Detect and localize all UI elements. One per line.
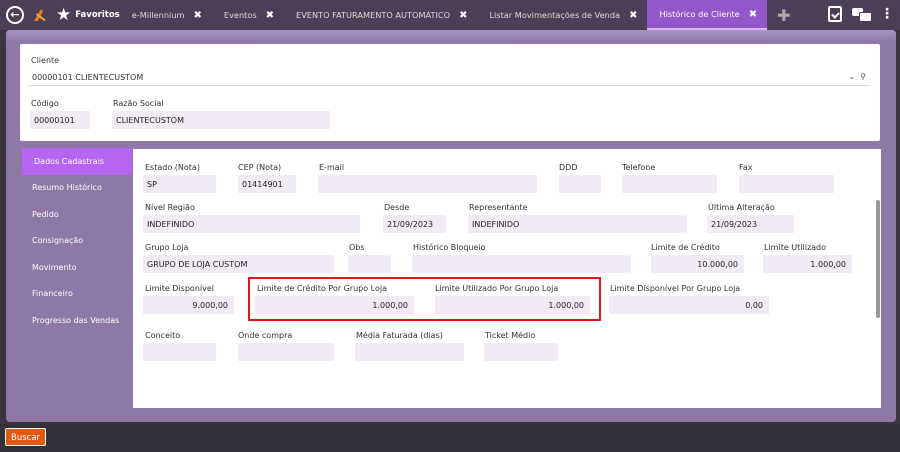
estado-label: Estado (Nota): [145, 163, 200, 172]
scrollbar[interactable]: [876, 200, 880, 318]
limite-disponivel-grupo-field[interactable]: 0,00: [609, 296, 769, 314]
more-options-icon[interactable]: ⋮: [880, 7, 894, 21]
tab-bar: ← ★ Favoritos e-Millennium ✖ Eventos ✖ E…: [0, 0, 900, 30]
telefone-field[interactable]: [622, 175, 717, 193]
sidebar-item-dados-cadastrais[interactable]: Dados Cadastrais: [22, 148, 132, 175]
grupo-loja-field[interactable]: GRUPO DE LOJA CUSTOM: [143, 255, 334, 273]
tab-evento-faturamento[interactable]: EVENTO FATURAMENTO AUTOMÁTICO ✖: [284, 0, 477, 30]
codigo-label: Código: [31, 99, 59, 108]
limite-utilizado-grupo-label: Limite Utilizado Por Grupo Loja: [435, 284, 559, 293]
limite-utilizado-field[interactable]: 1.000,00: [763, 255, 852, 273]
chevron-down-icon[interactable]: ⌄: [848, 72, 855, 81]
limite-utilizado-label: Limite Utilizado: [764, 243, 827, 252]
close-icon[interactable]: ✖: [749, 9, 757, 20]
sidebar: Dados Cadastrais Resumo Histórico Pedido…: [20, 148, 132, 408]
ultima-alteracao-field[interactable]: 21/09/2023: [707, 215, 794, 233]
close-icon[interactable]: ✖: [266, 10, 274, 21]
representante-field[interactable]: INDEFINIDO: [468, 215, 687, 233]
clipboard-check-icon[interactable]: [828, 6, 842, 22]
cliente-actions: ⌄ ⚲: [848, 72, 866, 81]
ultima-alteracao-label: Última Alteração: [708, 203, 775, 212]
historico-bloqueio-field[interactable]: [412, 255, 631, 273]
obs-label: Obs: [349, 243, 365, 252]
tab-label: EVENTO FATURAMENTO AUTOMÁTICO: [296, 10, 451, 20]
ticket-medio-field[interactable]: [484, 343, 558, 361]
fax-field[interactable]: [739, 175, 834, 193]
search-icon[interactable]: ⚲: [860, 72, 866, 81]
close-icon[interactable]: ✖: [459, 10, 467, 21]
tab-eventos[interactable]: Eventos ✖: [212, 0, 284, 30]
limite-disponivel-grupo-label: Limite Disponível Por Grupo Loja: [610, 284, 741, 293]
sidebar-item-pedido[interactable]: Pedido: [20, 201, 132, 228]
historico-bloqueio-label: Histórico Bloqueio: [413, 243, 486, 252]
nivel-regiao-field[interactable]: INDEFINIDO: [143, 215, 360, 233]
estado-field[interactable]: SP: [143, 175, 216, 193]
sidebar-item-consignacao[interactable]: Consignação: [20, 228, 132, 255]
logo-icon: [34, 9, 46, 21]
desde-field[interactable]: 21/09/2023: [383, 215, 446, 233]
limite-utilizado-grupo-field[interactable]: 1.000,00: [435, 296, 590, 314]
grupo-loja-label: Grupo Loja: [145, 243, 189, 252]
ddd-label: DDD: [559, 163, 578, 172]
onde-compra-label: Onde compra: [238, 331, 293, 340]
sidebar-item-movimento[interactable]: Movimento: [20, 254, 132, 281]
tab-historico-cliente[interactable]: Histórico de Cliente ✖: [647, 0, 768, 30]
star-icon: ★: [56, 4, 72, 25]
favorites-button[interactable]: ★ Favoritos: [56, 4, 120, 25]
tab-label: Eventos: [223, 10, 257, 20]
plus-icon[interactable]: ✚: [777, 6, 790, 25]
footer-bar: [0, 424, 900, 452]
fax-label: Fax: [739, 163, 753, 172]
obs-field[interactable]: [348, 255, 391, 273]
codigo-field[interactable]: 00000101: [30, 111, 90, 129]
media-faturada-label: Média Faturada (dias): [356, 331, 443, 340]
telefone-label: Telefone: [622, 163, 656, 172]
limite-disponivel-label: Limite Disponível: [145, 284, 214, 293]
tab-e-millennium[interactable]: e-Millennium ✖: [120, 0, 212, 30]
nivel-regiao-label: Nível Região: [145, 203, 195, 212]
cliente-label: Cliente: [31, 56, 60, 65]
sidebar-item-progresso-vendas[interactable]: Progresso das Vendas: [20, 307, 132, 334]
back-arrow-icon[interactable]: ←: [6, 6, 24, 24]
tab-listar-movimentacoes[interactable]: Listar Movimentações de Venda ✖: [477, 0, 647, 30]
cep-label: CEP (Nota): [238, 163, 282, 172]
buscar-button[interactable]: Buscar: [5, 428, 47, 446]
limite-credito-grupo-label: Limite de Crédito Por Grupo Loja: [257, 284, 388, 293]
email-field[interactable]: [318, 175, 537, 193]
conceito-label: Conceito: [145, 331, 181, 340]
ddd-field[interactable]: [559, 175, 601, 193]
onde-compra-field[interactable]: [238, 343, 334, 361]
cliente-value: 00000101 CLIENTECUSTOM: [32, 73, 144, 82]
sidebar-item-financeiro[interactable]: Financeiro: [20, 281, 132, 308]
representante-label: Representante: [469, 203, 528, 212]
razao-social-field[interactable]: CLIENTECUSTOM: [112, 111, 330, 129]
limite-credito-label: Limite de Crédito: [651, 243, 720, 252]
ticket-medio-label: Ticket Médio: [485, 331, 536, 340]
favorites-label: Favoritos: [75, 10, 120, 20]
email-label: E-mail: [319, 163, 345, 172]
tab-label: Histórico de Cliente: [659, 9, 740, 19]
desde-label: Desde: [384, 203, 410, 212]
close-icon[interactable]: ✖: [194, 10, 202, 21]
limite-credito-field[interactable]: 10.000,00: [651, 255, 744, 273]
cliente-field[interactable]: 00000101 CLIENTECUSTOM ⌄ ⚲: [28, 69, 870, 86]
cep-field[interactable]: 01414901: [238, 175, 296, 193]
tab-label: e-Millennium: [131, 10, 185, 20]
conceito-field[interactable]: [143, 343, 216, 361]
limite-disponivel-field[interactable]: 9.000,00: [143, 296, 234, 314]
limite-credito-grupo-field[interactable]: 1.000,00: [255, 296, 414, 314]
toolbar-right: ⋮: [828, 6, 894, 22]
razao-social-label: Razão Social: [113, 99, 164, 108]
sidebar-item-resumo-historico[interactable]: Resumo Histórico: [20, 175, 132, 202]
media-faturada-field[interactable]: [355, 343, 464, 361]
tab-label: Listar Movimentações de Venda: [489, 10, 621, 20]
close-icon[interactable]: ✖: [629, 10, 637, 21]
chat-icon[interactable]: [852, 8, 872, 22]
